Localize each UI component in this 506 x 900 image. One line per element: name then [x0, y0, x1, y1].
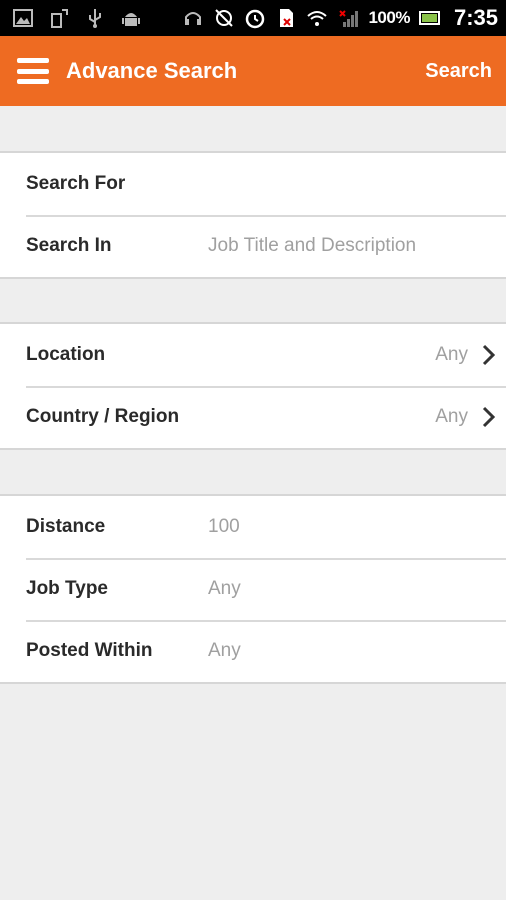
- search-in-label: Search In: [26, 235, 112, 256]
- chevron-right-icon: [482, 406, 496, 428]
- chevron-right-icon: [482, 344, 496, 366]
- country-region-row[interactable]: Country / Region Any: [0, 386, 506, 448]
- usb-icon: [84, 7, 106, 29]
- app-bar: Advance Search Search: [0, 36, 506, 106]
- search-in-row[interactable]: Search In Job Title and Description: [0, 215, 506, 277]
- status-bar: 100% 7:35: [0, 0, 506, 36]
- search-for-label: Search For: [26, 173, 126, 194]
- battery-icon: [418, 7, 441, 29]
- distance-value[interactable]: 100: [208, 516, 240, 538]
- job-type-value[interactable]: Any: [208, 578, 241, 600]
- country-region-value: Any: [435, 406, 468, 427]
- filters-section: Distance 100 Job Type Any Posted Within …: [0, 494, 506, 684]
- posted-within-row[interactable]: Posted Within Any: [0, 620, 506, 682]
- clock: 7:35: [453, 5, 498, 30]
- battery-level: 100%: [368, 8, 410, 27]
- location-row[interactable]: Location Any: [0, 324, 506, 386]
- distance-row[interactable]: Distance 100: [0, 496, 506, 558]
- job-type-label: Job Type: [26, 578, 108, 599]
- country-region-label: Country / Region: [26, 406, 180, 427]
- alarm-icon: [244, 7, 266, 29]
- search-for-row[interactable]: Search For: [0, 153, 506, 215]
- signal-icon: [337, 7, 359, 29]
- search-section: Search For Search In Job Title and Descr…: [0, 151, 506, 279]
- rotate-icon: [48, 7, 70, 29]
- sim-icon: [275, 7, 297, 29]
- page-title: Advance Search: [66, 58, 238, 83]
- headset-icon: [182, 7, 204, 29]
- wifi-icon: [306, 7, 328, 29]
- sync-off-icon: [213, 7, 235, 29]
- job-type-row[interactable]: Job Type Any: [0, 558, 506, 620]
- location-label: Location: [26, 344, 106, 365]
- distance-label: Distance: [26, 516, 106, 537]
- android-icon: [120, 7, 142, 29]
- posted-within-value[interactable]: Any: [208, 640, 241, 662]
- location-section: Location Any Country / Region Any: [0, 322, 506, 450]
- image-icon: [12, 7, 34, 29]
- search-button[interactable]: Search: [425, 60, 492, 83]
- search-in-value[interactable]: Job Title and Description: [208, 235, 416, 257]
- location-value: Any: [435, 344, 468, 365]
- menu-icon[interactable]: [17, 58, 49, 84]
- posted-within-label: Posted Within: [26, 640, 153, 661]
